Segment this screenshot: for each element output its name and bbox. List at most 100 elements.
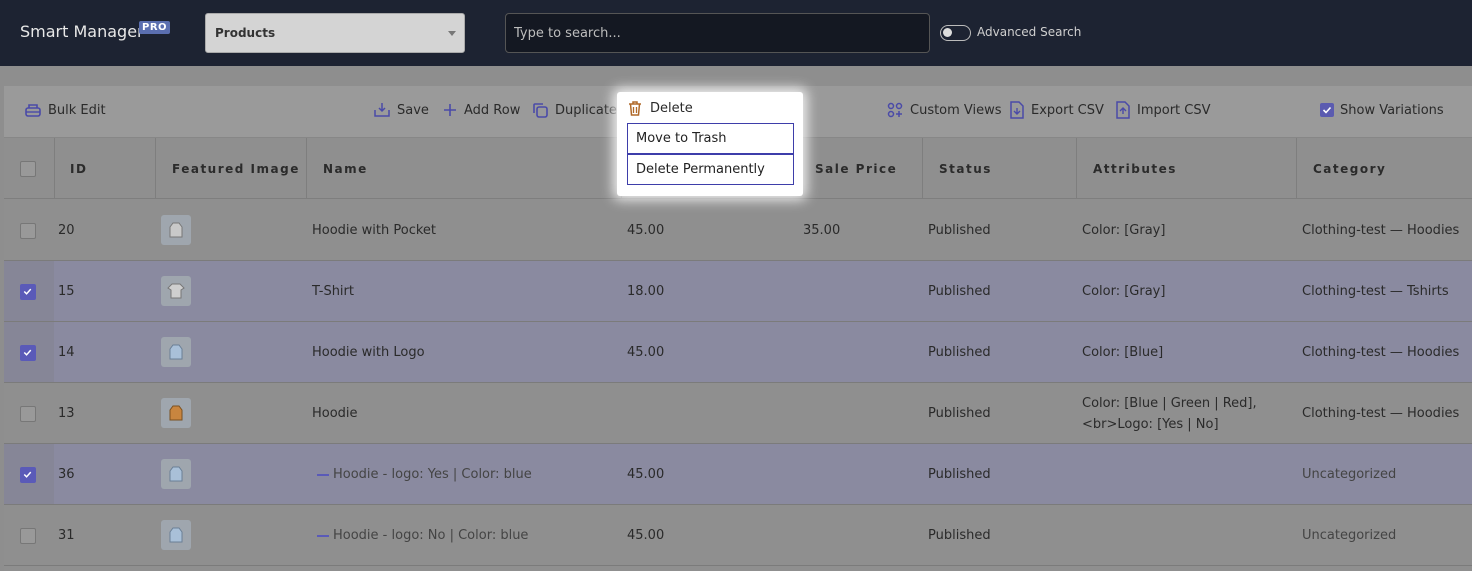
cell-category[interactable]: Clothing-test — Tshirts bbox=[1302, 281, 1449, 302]
trash-icon bbox=[629, 101, 641, 116]
header-id[interactable]: ID bbox=[55, 138, 156, 199]
show-variations-label: Show Variations bbox=[1340, 102, 1444, 118]
cell-name[interactable]: Hoodie with Logo bbox=[312, 342, 425, 363]
cell-name[interactable]: Hoodie bbox=[312, 403, 358, 424]
cell-id: 13 bbox=[58, 406, 75, 421]
select-all-checkbox[interactable] bbox=[20, 161, 36, 177]
products-grid: ID Featured Image Name Sale Price Status… bbox=[4, 138, 1472, 571]
cell-attributes[interactable]: Color: [Blue | Green | Red], bbox=[1082, 393, 1257, 414]
show-variations-checkbox[interactable]: Show Variations bbox=[1320, 100, 1444, 120]
import-file-icon bbox=[1116, 101, 1130, 119]
table-row[interactable]: 14 Hoodie with Logo 45.00 Published Colo… bbox=[4, 322, 1472, 383]
cell-category[interactable]: Clothing-test — Hoodies bbox=[1302, 403, 1459, 424]
cell-name-variation[interactable]: Hoodie - logo: No | Color: blue bbox=[317, 525, 528, 546]
cell-id: 20 bbox=[58, 223, 75, 238]
table-row[interactable]: 15 T-Shirt 18.00 Published Color: [Gray]… bbox=[4, 261, 1472, 322]
header-attributes[interactable]: Attributes bbox=[1077, 138, 1297, 199]
search-input[interactable] bbox=[505, 13, 930, 53]
advanced-search-toggle[interactable] bbox=[940, 25, 971, 41]
export-csv-label: Export CSV bbox=[1031, 102, 1104, 118]
row-checkbox[interactable] bbox=[20, 528, 36, 544]
cell-sale-price[interactable]: 35.00 bbox=[803, 220, 840, 241]
hoodie-thumbnail-icon[interactable] bbox=[161, 398, 191, 428]
cell-category[interactable]: Clothing-test — Hoodies bbox=[1302, 220, 1459, 241]
row-checkbox[interactable] bbox=[20, 284, 36, 300]
delete-permanently-option[interactable]: Delete Permanently bbox=[627, 154, 794, 185]
variation-name: Hoodie - logo: Yes | Color: blue bbox=[333, 467, 532, 482]
delete-button[interactable]: Delete bbox=[627, 100, 693, 117]
cell-price[interactable]: 45.00 bbox=[627, 220, 664, 241]
header-select-all-cell bbox=[4, 138, 55, 199]
cell-status[interactable]: Published bbox=[928, 464, 991, 485]
cell-category[interactable]: Uncategorized bbox=[1302, 464, 1396, 485]
save-button[interactable]: Save bbox=[373, 100, 429, 120]
header-name[interactable]: Name bbox=[307, 138, 622, 199]
cell-name-variation[interactable]: Hoodie - logo: Yes | Color: blue bbox=[317, 464, 532, 485]
hoodie-thumbnail-icon[interactable] bbox=[161, 337, 191, 367]
cell-id: 36 bbox=[58, 467, 75, 482]
toggle-knob bbox=[943, 28, 952, 37]
cell-name[interactable]: Hoodie with Pocket bbox=[312, 220, 436, 241]
import-csv-button[interactable]: Import CSV bbox=[1115, 100, 1211, 120]
cell-id: 14 bbox=[58, 345, 75, 360]
custom-views-label: Custom Views bbox=[910, 102, 1002, 118]
table-row[interactable]: 20 Hoodie with Pocket 45.00 35.00 Publis… bbox=[4, 200, 1472, 261]
variation-dash-icon bbox=[317, 473, 329, 476]
hoodie-thumbnail-icon[interactable] bbox=[161, 459, 191, 489]
custom-views-icon bbox=[887, 102, 903, 118]
header-featured-image[interactable]: Featured Image bbox=[156, 138, 307, 199]
table-row[interactable]: 36 Hoodie - logo: Yes | Color: blue 45.0… bbox=[4, 444, 1472, 505]
hoodie-thumbnail-icon[interactable] bbox=[161, 520, 191, 550]
bulk-edit-label: Bulk Edit bbox=[48, 102, 106, 118]
row-checkbox[interactable] bbox=[20, 223, 36, 239]
dashboard-select-value: Products bbox=[215, 26, 276, 40]
cell-status[interactable]: Published bbox=[928, 281, 991, 302]
delete-label: Delete bbox=[650, 101, 693, 116]
bulk-edit-icon bbox=[25, 104, 41, 117]
plus-icon bbox=[444, 104, 456, 116]
bulk-edit-button[interactable]: Bulk Edit bbox=[24, 100, 106, 120]
cell-id: 15 bbox=[58, 284, 75, 299]
cell-price[interactable]: 45.00 bbox=[627, 464, 664, 485]
header-category[interactable]: Category bbox=[1297, 138, 1472, 199]
cell-status[interactable]: Published bbox=[928, 403, 991, 424]
save-icon bbox=[374, 103, 390, 117]
cell-status[interactable]: Published bbox=[928, 525, 991, 546]
header-status[interactable]: Status bbox=[923, 138, 1077, 199]
app-title: Smart Manager bbox=[20, 22, 144, 41]
cell-attributes[interactable]: Color: [Gray] bbox=[1082, 220, 1165, 241]
variation-name: Hoodie - logo: No | Color: blue bbox=[333, 528, 529, 543]
hoodie-thumbnail-icon[interactable] bbox=[161, 215, 191, 245]
cell-price[interactable]: 45.00 bbox=[627, 342, 664, 363]
row-checkbox[interactable] bbox=[20, 467, 36, 483]
dashboard-select[interactable]: Products bbox=[205, 13, 465, 53]
cell-name[interactable]: T-Shirt bbox=[312, 281, 354, 302]
cell-price[interactable]: 18.00 bbox=[627, 281, 664, 302]
cell-price[interactable]: 45.00 bbox=[627, 525, 664, 546]
table-row[interactable]: 13 Hoodie Published Color: [Blue | Green… bbox=[4, 383, 1472, 444]
advanced-search-label: Advanced Search bbox=[977, 25, 1082, 39]
cell-attributes[interactable]: Color: [Gray] bbox=[1082, 281, 1165, 302]
add-row-button[interactable]: Add Row bbox=[442, 100, 520, 120]
cell-status[interactable]: Published bbox=[928, 342, 991, 363]
cell-attributes[interactable]: Color: [Blue] bbox=[1082, 342, 1163, 363]
duplicate-button[interactable]: Duplicate bbox=[531, 100, 617, 120]
tshirt-thumbnail-icon[interactable] bbox=[161, 276, 191, 306]
cell-status[interactable]: Published bbox=[928, 220, 991, 241]
add-row-label: Add Row bbox=[464, 102, 521, 118]
cell-category[interactable]: Uncategorized bbox=[1302, 525, 1396, 546]
row-checkbox[interactable] bbox=[20, 345, 36, 361]
top-bar: Smart Manager PRO Products Advanced Sear… bbox=[0, 0, 1472, 66]
cell-id: 31 bbox=[58, 528, 75, 543]
header-sale-price[interactable]: Sale Price bbox=[798, 138, 923, 199]
move-to-trash-option[interactable]: Move to Trash bbox=[627, 123, 794, 154]
custom-views-button[interactable]: Custom Views bbox=[886, 100, 1002, 120]
cell-category[interactable]: Clothing-test — Hoodies bbox=[1302, 342, 1459, 363]
cell-attributes-line2[interactable]: <br>Logo: [Yes | No] bbox=[1082, 414, 1219, 435]
table-row[interactable]: 31 Hoodie - logo: No | Color: blue 45.00… bbox=[4, 505, 1472, 566]
row-checkbox[interactable] bbox=[20, 406, 36, 422]
checkbox-checked-icon bbox=[1320, 103, 1334, 117]
export-csv-button[interactable]: Export CSV bbox=[1009, 100, 1104, 120]
pro-badge: PRO bbox=[139, 21, 171, 34]
export-file-icon bbox=[1010, 101, 1024, 119]
